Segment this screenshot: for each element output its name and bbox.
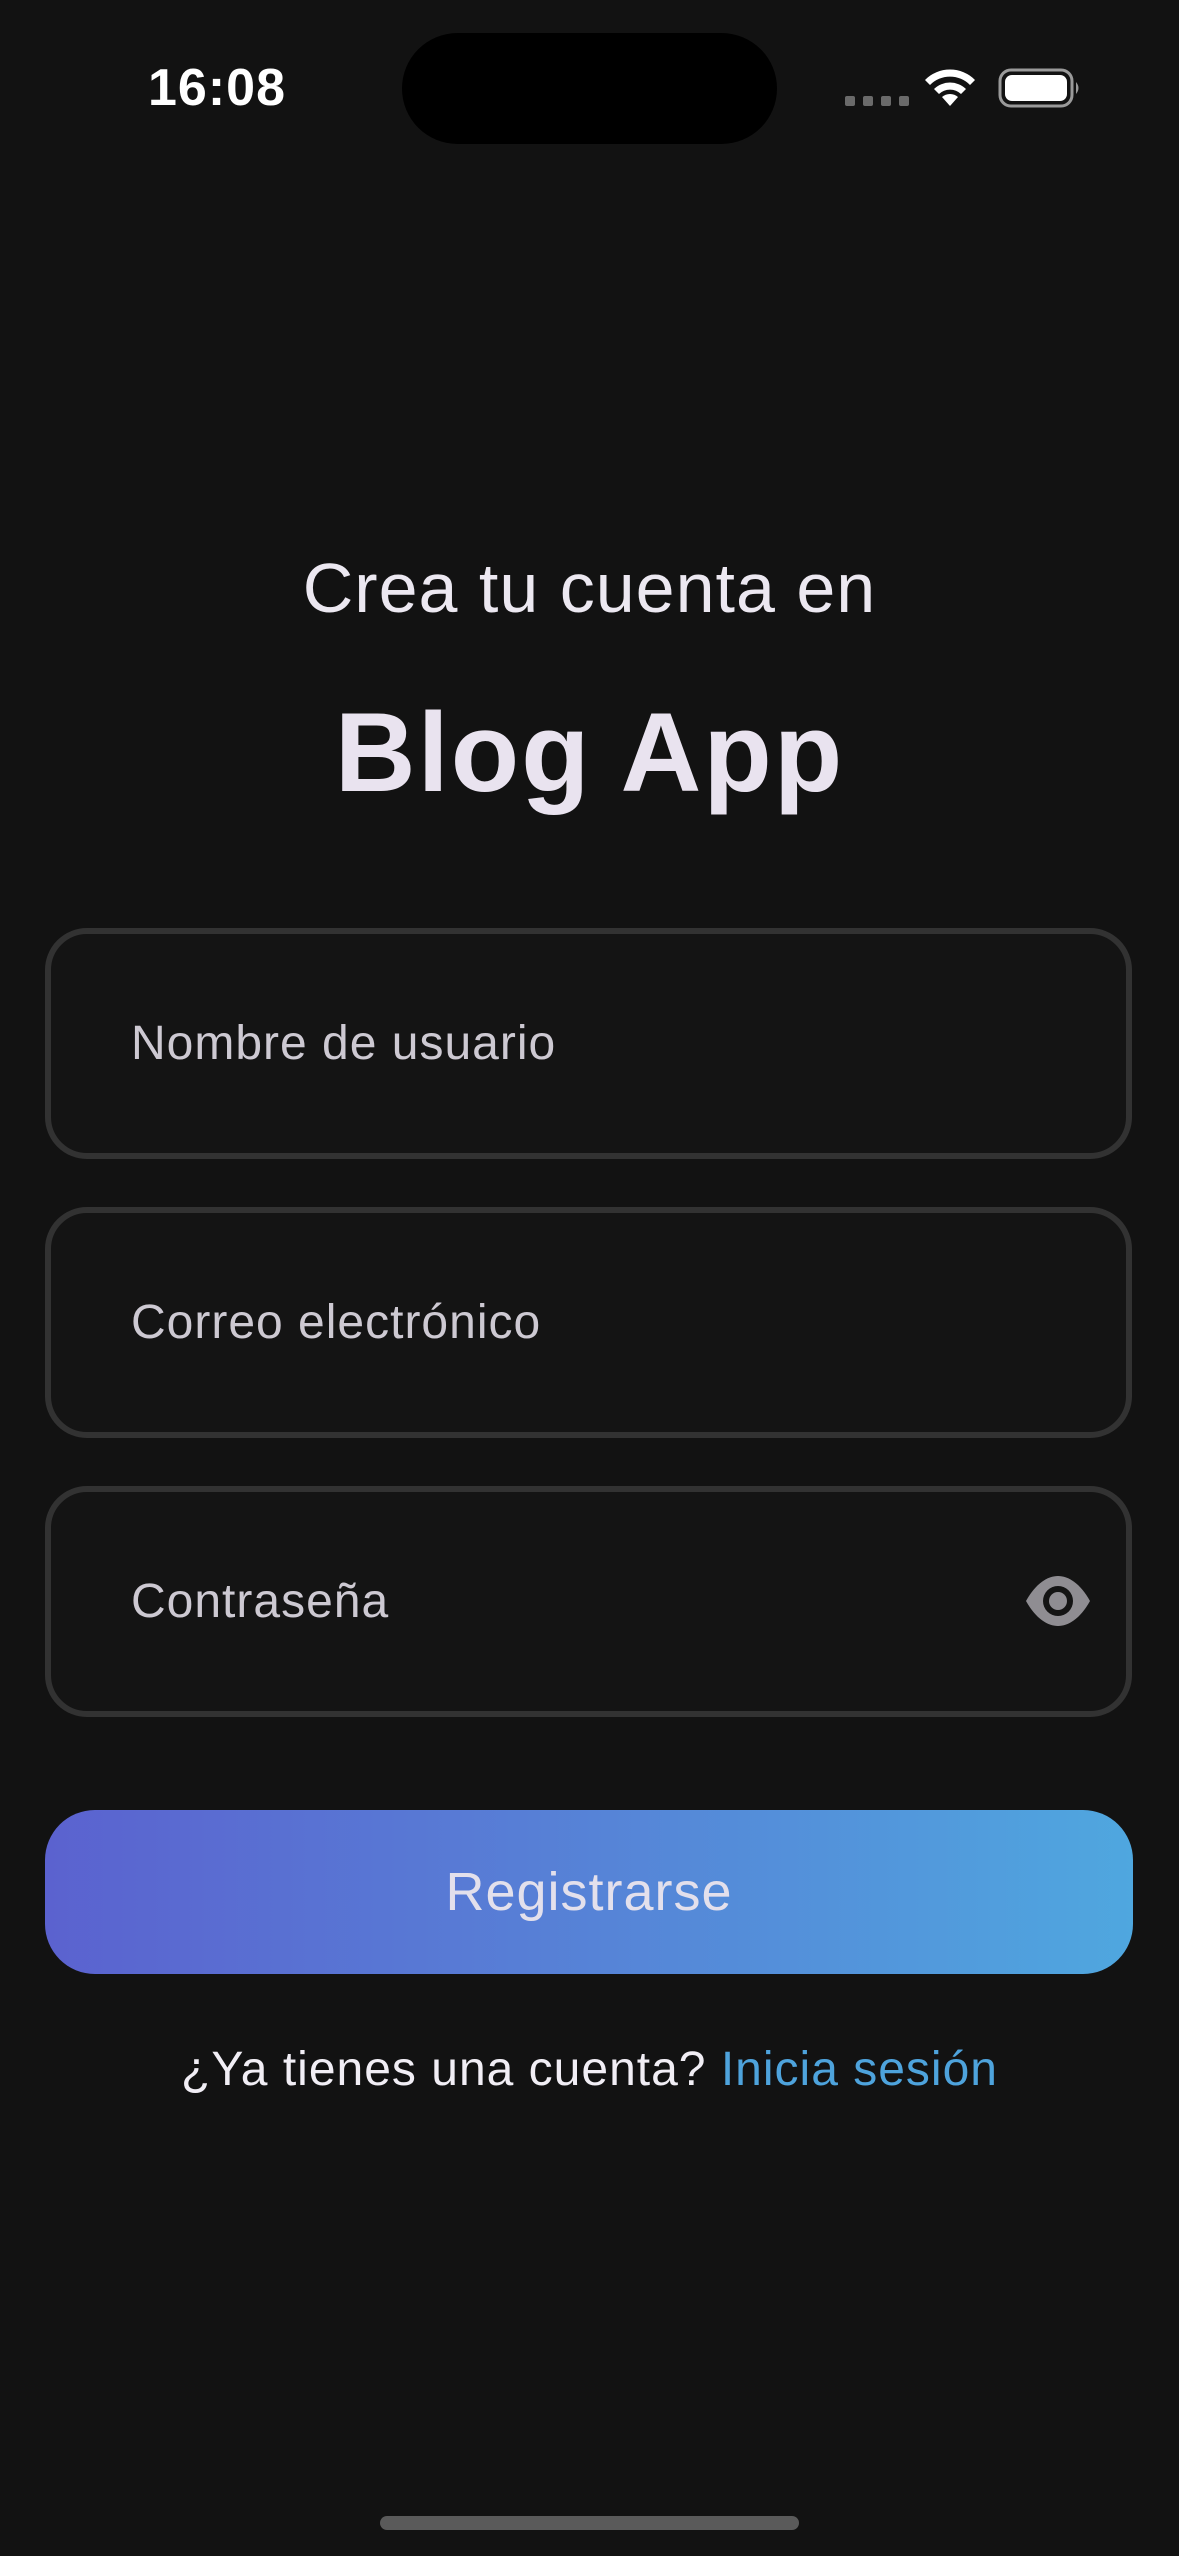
- email-field[interactable]: [45, 1207, 1132, 1438]
- login-prompt-text: ¿Ya tienes una cuenta?: [181, 2043, 721, 2096]
- status-time: 16:08: [148, 59, 286, 117]
- wifi-icon: [925, 69, 975, 106]
- battery-icon: [998, 68, 1079, 108]
- eye-icon[interactable]: [1024, 1572, 1092, 1630]
- email-input[interactable]: [51, 1213, 1126, 1432]
- home-indicator: [380, 2516, 799, 2530]
- login-prompt: ¿Ya tienes una cuenta? Inicia sesión: [0, 2042, 1179, 2097]
- app-title: Blog App: [334, 690, 845, 815]
- username-field[interactable]: [45, 928, 1132, 1159]
- page-subtitle: Crea tu cuenta en: [302, 549, 877, 627]
- username-input[interactable]: [51, 934, 1126, 1153]
- dynamic-island: [402, 33, 777, 144]
- cellular-signal-icon: [845, 96, 909, 106]
- password-input[interactable]: [51, 1492, 1126, 1711]
- login-link[interactable]: Inicia sesión: [721, 2043, 998, 2096]
- register-button[interactable]: Registrarse: [45, 1810, 1133, 1974]
- password-field[interactable]: [45, 1486, 1132, 1717]
